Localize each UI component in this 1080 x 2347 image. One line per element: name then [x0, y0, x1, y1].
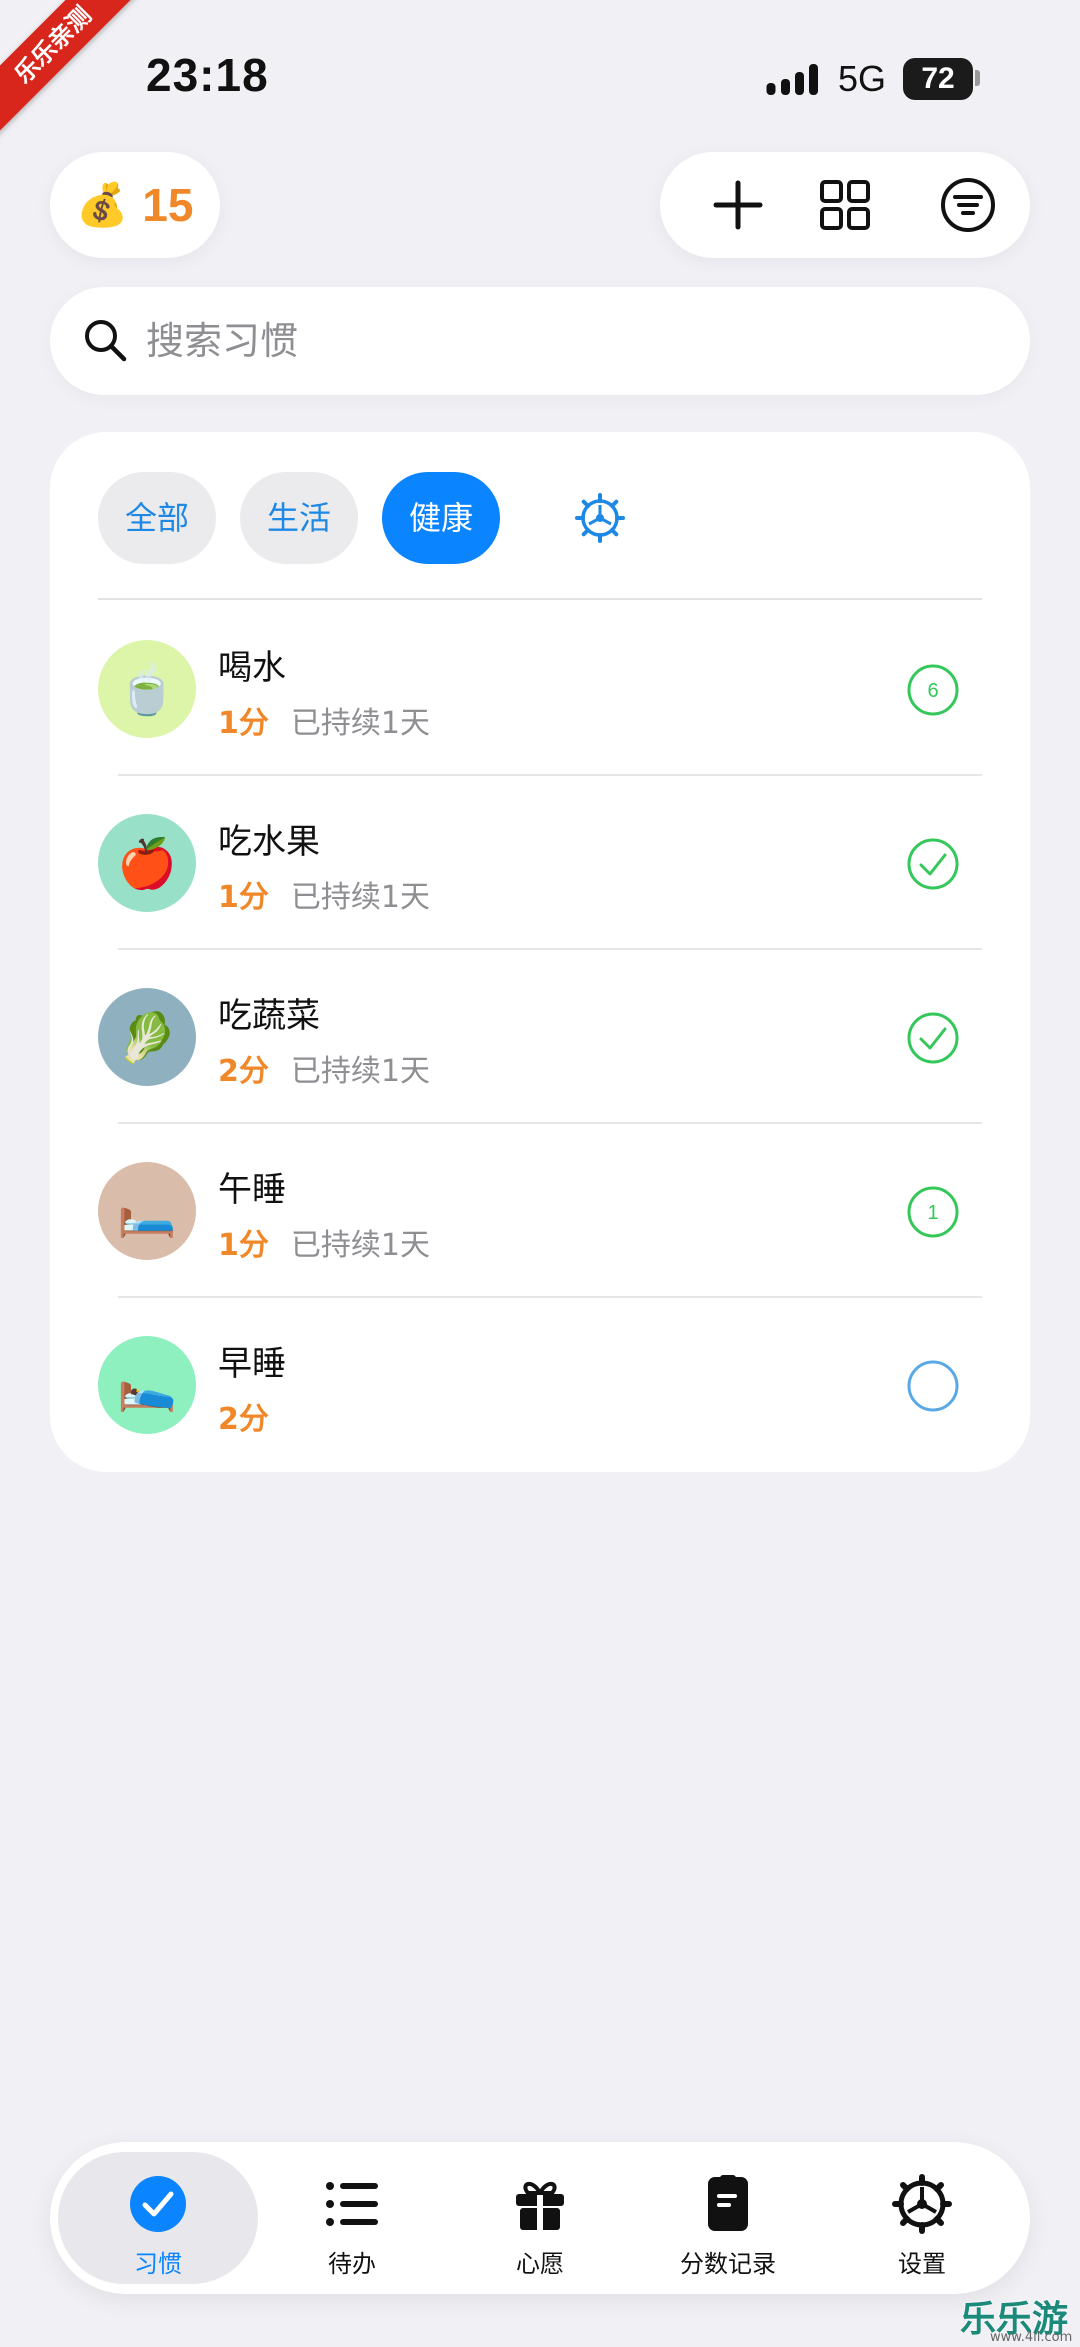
check-circle-icon[interactable]	[906, 1011, 960, 1065]
habit-row[interactable]: 🥬 吃蔬菜 2分 已持续1天	[98, 950, 982, 1124]
habit-meta: 2分 已持续1天	[218, 1046, 430, 1090]
search-icon	[85, 320, 127, 362]
habit-name: 早睡	[218, 1344, 286, 1384]
chip-all[interactable]: 全部	[98, 472, 216, 564]
gear-icon	[892, 2174, 952, 2234]
tab-todo[interactable]: 待办	[252, 2152, 452, 2284]
category-chips: 全部 生活 健康	[98, 472, 978, 564]
header-actions	[660, 152, 1030, 258]
tab-habits[interactable]: 习惯	[58, 2152, 258, 2284]
money-bag-icon: 💰	[76, 180, 129, 229]
gift-icon	[516, 2182, 564, 2230]
coin-count: 15	[142, 179, 194, 231]
chip-life[interactable]: 生活	[240, 472, 358, 564]
search-bar	[50, 287, 1030, 395]
tab-label: 设置	[898, 2250, 946, 2278]
habit-name: 喝水	[218, 648, 286, 688]
habit-streak: 已持续1天	[290, 880, 430, 915]
tab-score-records[interactable]: 分数记录	[628, 2152, 828, 2284]
filter-icon[interactable]	[938, 175, 998, 235]
add-icon[interactable]	[708, 175, 768, 235]
tab-bar: 习惯 待办 心愿 分数记录 设置	[50, 2142, 1030, 2294]
habit-count: 1	[927, 1202, 938, 1224]
list-icon	[326, 2182, 378, 2226]
apple-icon: 🍎	[98, 814, 196, 912]
check-circle-icon[interactable]	[906, 837, 960, 891]
empty-circle-icon[interactable]	[906, 1359, 960, 1413]
chip-health[interactable]: 健康	[382, 472, 500, 564]
habit-meta: 1分 已持续1天	[218, 1220, 430, 1264]
habit-points: 1分	[218, 706, 269, 741]
tab-label: 心愿	[516, 2250, 564, 2278]
note-icon	[708, 2175, 748, 2231]
habit-row[interactable]: 🛌 早睡 2分	[98, 1298, 982, 1472]
lettuce-icon: 🥬	[98, 988, 196, 1086]
habit-points: 2分	[218, 1402, 269, 1437]
count-circle-icon[interactable]: 6	[906, 663, 960, 717]
watermark-url: www.4ll.com	[990, 2330, 1073, 2345]
divider	[98, 598, 982, 600]
habit-points: 1分	[218, 1228, 269, 1263]
habit-name: 午睡	[218, 1170, 286, 1210]
habit-points: 1分	[218, 880, 269, 915]
bed-icon: 🛌	[98, 1336, 196, 1434]
habit-meta: 2分	[218, 1394, 291, 1438]
tab-label: 分数记录	[680, 2250, 776, 2278]
checkmark-circle-icon	[130, 2176, 186, 2232]
tab-settings[interactable]: 设置	[822, 2152, 1022, 2284]
habit-card: 全部 生活 健康 🍵 喝水 1分 已持续1天 6 🍎 吃水果 1分 已持续1天 🥬 吃蔬菜 2分 已持续…	[50, 432, 1030, 1472]
status-bar: 23:18 5G 72	[0, 0, 1080, 150]
habit-meta: 1分 已持续1天	[218, 872, 430, 916]
tab-wishes[interactable]: 心愿	[440, 2152, 640, 2284]
coin-balance[interactable]: 💰 15	[50, 152, 220, 258]
habit-points: 2分	[218, 1054, 269, 1089]
battery-indicator: 72	[903, 58, 973, 100]
tea-cup-icon: 🍵	[98, 640, 196, 738]
habit-meta: 1分 已持续1天	[218, 698, 430, 742]
battery-cap	[975, 70, 980, 86]
network-type: 5G	[838, 58, 887, 99]
tab-label: 习惯	[134, 2250, 182, 2278]
habit-streak: 已持续1天	[290, 1054, 430, 1089]
habit-streak: 已持续1天	[290, 1228, 430, 1263]
count-circle-icon[interactable]: 1	[906, 1185, 960, 1239]
habit-count: 6	[927, 680, 938, 702]
status-time: 23:18	[146, 49, 269, 101]
habit-streak: 已持续1天	[290, 706, 430, 741]
habit-row[interactable]: 🍵 喝水 1分 已持续1天 6	[98, 602, 982, 776]
habit-name: 吃蔬菜	[218, 996, 320, 1036]
gear-icon[interactable]	[574, 492, 626, 544]
tab-label: 待办	[328, 2250, 376, 2278]
habit-row[interactable]: 🍎 吃水果 1分 已持续1天	[98, 776, 982, 950]
grid-icon[interactable]	[815, 175, 875, 235]
habit-row[interactable]: 🛏️ 午睡 1分 已持续1天 1	[98, 1124, 982, 1298]
signal-icon	[766, 64, 818, 95]
search-input[interactable]	[146, 305, 986, 377]
habit-name: 吃水果	[218, 822, 320, 862]
bed-icon: 🛏️	[98, 1162, 196, 1260]
